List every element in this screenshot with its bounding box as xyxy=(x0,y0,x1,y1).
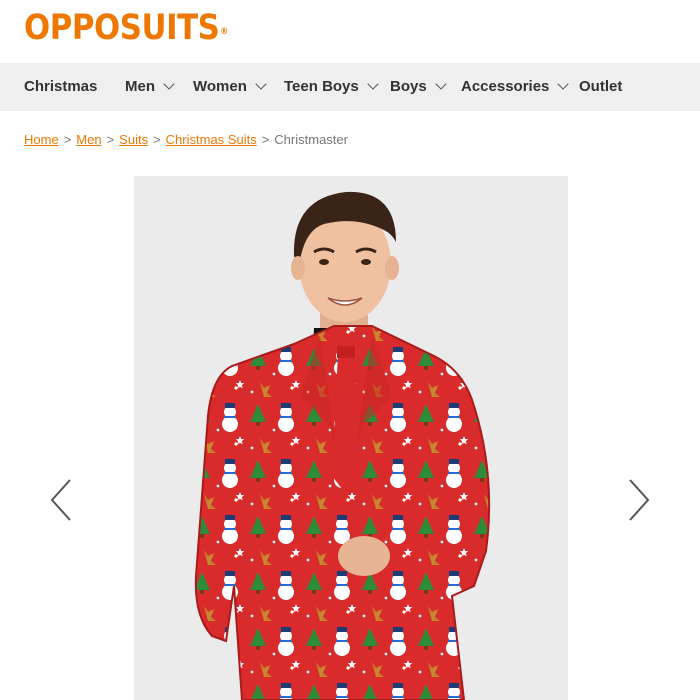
breadcrumb-separator: > xyxy=(261,132,270,147)
product-page: OPPOSUITS® Christmas Men Women Teen Boys… xyxy=(0,0,700,700)
nav-item-label: Accessories xyxy=(461,78,550,95)
nav-item-women[interactable]: Women xyxy=(193,63,267,111)
site-header: OPPOSUITS® xyxy=(0,0,700,63)
breadcrumb: Home > Men > Suits > Christmas Suits > Christmas… xyxy=(24,132,348,147)
nav-item-boys[interactable]: Boys xyxy=(390,63,447,111)
nav-item-label: Men xyxy=(125,78,155,95)
nav-item-accessories[interactable]: Accessories xyxy=(461,63,570,111)
chevron-down-icon xyxy=(557,78,570,90)
nav-item-men[interactable]: Men xyxy=(125,63,175,111)
trademark-symbol: ® xyxy=(220,27,228,37)
nav-item-label: Outlet xyxy=(579,78,623,95)
breadcrumb-separator: > xyxy=(106,132,115,147)
gallery-next-button[interactable] xyxy=(618,478,658,522)
breadcrumb-link-home[interactable]: Home xyxy=(24,132,59,147)
chevron-right-icon xyxy=(629,479,650,521)
gallery-prev-button[interactable] xyxy=(42,478,82,522)
chevron-down-icon xyxy=(163,78,175,90)
breadcrumb-link-suits[interactable]: Suits xyxy=(119,132,148,147)
product-image[interactable] xyxy=(134,176,568,700)
nav-item-label: Christmas xyxy=(24,78,98,95)
breadcrumb-current: Christmaster xyxy=(274,132,348,147)
nav-item-label: Women xyxy=(193,78,247,95)
brand-logo[interactable]: OPPOSUITS® xyxy=(24,8,228,48)
chevron-down-icon xyxy=(255,78,267,90)
chevron-down-icon xyxy=(435,78,447,90)
chevron-left-icon xyxy=(50,479,71,521)
chevron-down-icon xyxy=(367,78,379,90)
nav-item-outlet[interactable]: Outlet xyxy=(579,63,622,111)
breadcrumb-separator: > xyxy=(153,132,161,147)
nav-item-christmas[interactable]: Christmas xyxy=(24,63,97,111)
breadcrumb-link-men[interactable]: Men xyxy=(76,132,101,147)
main-nav: Christmas Men Women Teen Boys Boys Acces… xyxy=(0,63,700,111)
breadcrumb-link-christmas-suits[interactable]: Christmas Suits xyxy=(166,132,257,147)
nav-item-teen-boys[interactable]: Teen Boys xyxy=(284,63,379,111)
product-image-gallery xyxy=(134,176,568,700)
nav-item-label: Teen Boys xyxy=(284,78,359,95)
nav-item-label: Boys xyxy=(390,78,427,95)
brand-name: OPPOSUITS xyxy=(24,8,220,48)
breadcrumb-separator: > xyxy=(63,132,72,147)
